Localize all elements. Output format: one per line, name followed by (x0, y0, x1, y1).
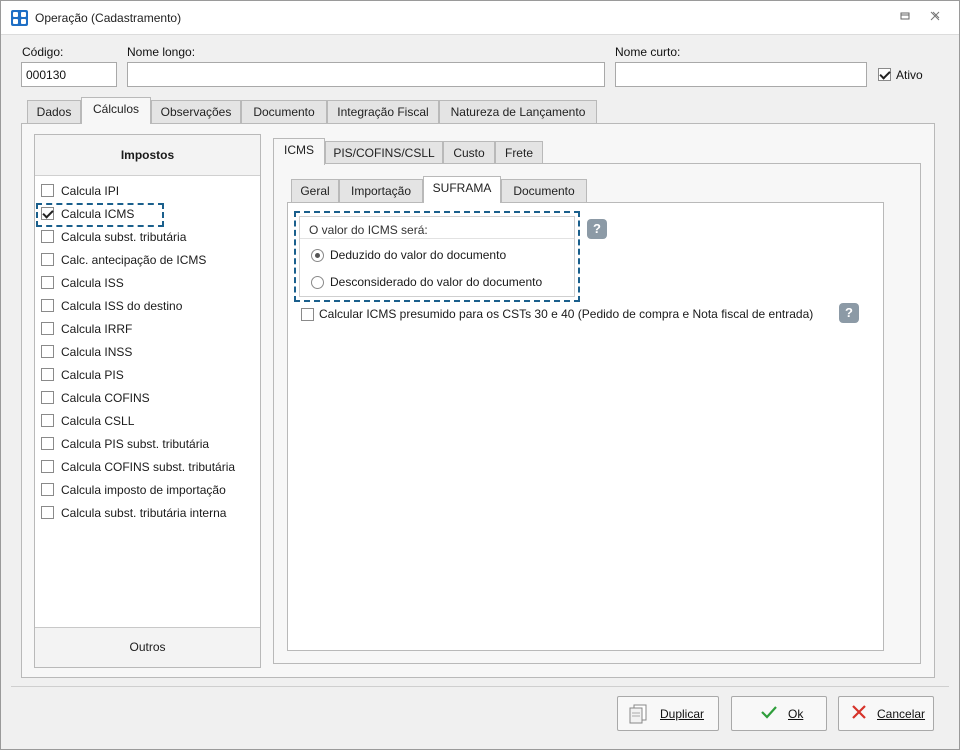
imposto-label: Calcula PIS (61, 368, 124, 382)
duplicate-document-icon (628, 704, 650, 729)
ativo-label: Ativo (896, 68, 923, 82)
nome-longo-label: Nome longo: (127, 45, 196, 59)
imposto-checkbox[interactable] (41, 184, 54, 197)
duplicar-label: Duplicar (660, 707, 705, 721)
x-icon (851, 704, 867, 725)
nome-curto-label: Nome curto: (615, 45, 681, 59)
tab-dados[interactable]: Dados (27, 100, 81, 124)
imposto-label: Calcula PIS subst. tributária (61, 437, 210, 451)
cancelar-button[interactable]: Cancelar (838, 696, 934, 731)
imposto-item[interactable]: Calc. antecipação de ICMS (41, 251, 253, 269)
imposto-checkbox[interactable] (41, 230, 54, 243)
help-icon[interactable]: ? (587, 219, 607, 239)
imposto-checkbox[interactable] (41, 483, 54, 496)
calcula-icms-highlight (36, 203, 164, 227)
window-title: Operação (Cadastramento) (35, 11, 182, 25)
imposto-item[interactable]: Calcula PIS (41, 366, 253, 384)
codigo-input[interactable] (21, 62, 117, 87)
nome-curto-input[interactable] (615, 62, 867, 87)
tab-integracao-fiscal[interactable]: Integração Fiscal (327, 100, 439, 124)
imposto-label: Calcula subst. tributária (61, 230, 187, 244)
imposto-checkbox[interactable] (41, 253, 54, 266)
imposto-label: Calcula imposto de importação (61, 483, 226, 497)
imposto-checkbox[interactable] (41, 506, 54, 519)
duplicar-button[interactable]: Duplicar (617, 696, 719, 731)
ativo-checkbox[interactable] (878, 68, 891, 81)
imposto-label: Calcula ISS do destino (61, 299, 183, 313)
app-grid-icon (11, 10, 28, 26)
imposto-item[interactable]: Calcula IRRF (41, 320, 253, 338)
imposto-checkbox[interactable] (41, 414, 54, 427)
imposto-label: Calcula IRRF (61, 322, 133, 336)
imposto-checkbox[interactable] (41, 368, 54, 381)
footer-divider (11, 686, 949, 687)
subtab-pis-cofins-csll[interactable]: PIS/COFINS/CSLL (325, 141, 443, 165)
imposto-item[interactable]: Calcula CSLL (41, 412, 253, 430)
imposto-checkbox[interactable] (41, 345, 54, 358)
subtab-custo[interactable]: Custo (443, 141, 495, 165)
icms-valor-highlight (294, 211, 580, 302)
outros-button[interactable]: Outros (35, 627, 260, 667)
impostos-header: Impostos (35, 135, 260, 176)
imposto-checkbox[interactable] (41, 391, 54, 404)
codigo-label: Código: (22, 45, 64, 59)
imposto-item[interactable]: Calcula ISS do destino (41, 297, 253, 315)
help-icon-presumido[interactable]: ? (839, 303, 859, 323)
imposto-item[interactable]: Calcula ISS (41, 274, 253, 292)
tab-observacoes[interactable]: Observações (151, 100, 241, 124)
imposto-checkbox[interactable] (41, 276, 54, 289)
imposto-checkbox[interactable] (41, 322, 54, 335)
tab-documento[interactable]: Documento (241, 100, 327, 124)
imposto-checkbox[interactable] (41, 299, 54, 312)
imposto-item[interactable]: Calcula IPI (41, 182, 253, 200)
icms-presumido-label: Calcular ICMS presumido para os CSTs 30 … (319, 307, 814, 321)
innertab-documento[interactable]: Documento (501, 179, 587, 203)
imposto-label: Calc. antecipação de ICMS (61, 253, 207, 267)
imposto-label: Calcula IPI (61, 184, 120, 198)
imposto-label: Calcula ISS (61, 276, 124, 290)
subtab-icms[interactable]: ICMS (273, 138, 325, 165)
title-bar: Operação (Cadastramento) (1, 1, 959, 35)
icms-presumido-checkbox[interactable] (301, 308, 314, 321)
checkmark-icon (760, 704, 778, 725)
ok-button[interactable]: Ok (731, 696, 827, 731)
imposto-label: Calcula COFINS subst. tributária (61, 460, 236, 474)
imposto-item[interactable]: Calcula PIS subst. tributária (41, 435, 253, 453)
imposto-item[interactable]: Calcula subst. tributária interna (41, 504, 253, 522)
imposto-item[interactable]: Calcula COFINS subst. tributária (41, 458, 253, 476)
tab-natureza-lancamento[interactable]: Natureza de Lançamento (439, 100, 597, 124)
nome-longo-input[interactable] (127, 62, 605, 87)
dialog-window: Operação (Cadastramento) Código: Nome lo… (0, 0, 960, 750)
cancelar-label: Cancelar (877, 707, 926, 721)
subtab-frete[interactable]: Frete (495, 141, 543, 165)
innertab-geral[interactable]: Geral (291, 179, 339, 203)
imposto-checkbox[interactable] (41, 460, 54, 473)
innertab-suframa[interactable]: SUFRAMA (423, 176, 501, 203)
imposto-checkbox[interactable] (41, 437, 54, 450)
close-icon[interactable] (926, 9, 944, 27)
imposto-label: Calcula COFINS (61, 391, 150, 405)
imposto-label: Calcula INSS (61, 345, 133, 359)
restore-icon[interactable] (896, 9, 914, 27)
innertab-importacao[interactable]: Importação (339, 179, 423, 203)
ok-label: Ok (788, 707, 804, 721)
imposto-item[interactable]: Calcula COFINS (41, 389, 253, 407)
imposto-label: Calcula subst. tributária interna (61, 506, 227, 520)
tab-calculos[interactable]: Cálculos (81, 97, 151, 124)
imposto-item[interactable]: Calcula imposto de importação (41, 481, 253, 499)
imposto-item[interactable]: Calcula subst. tributária (41, 228, 253, 246)
imposto-item[interactable]: Calcula INSS (41, 343, 253, 361)
imposto-label: Calcula CSLL (61, 414, 135, 428)
